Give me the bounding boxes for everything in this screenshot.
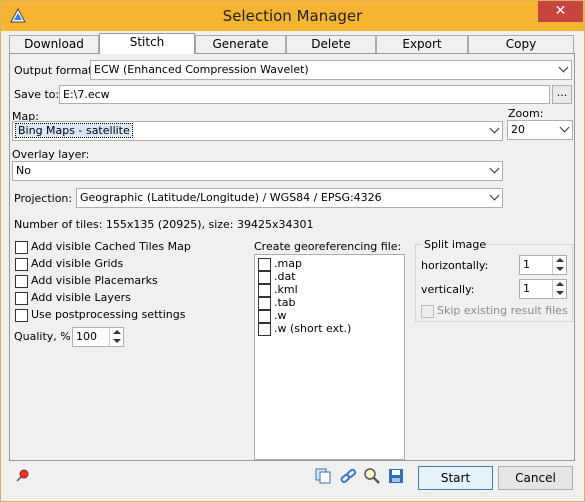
checkbox-box (258, 322, 271, 336)
zoom-icon[interactable] (363, 467, 381, 485)
checkbox-label: Use postprocessing settings (31, 308, 186, 321)
selection-manager-window: Selection Manager ✕ Download Stitch Gene… (0, 0, 585, 502)
quality-label: Quality, % (14, 330, 71, 343)
projection-value: Geographic (Latitude/Longitude) / WGS84 … (80, 191, 382, 204)
spinner-buttons[interactable] (109, 328, 123, 346)
save-to-input[interactable]: E:\7.ecw (59, 85, 550, 104)
window-title: Selection Manager (222, 7, 363, 25)
quality-value: 100 (76, 330, 97, 343)
close-button[interactable]: ✕ (538, 1, 583, 22)
add-grids-checkbox[interactable]: Add visible Grids (15, 257, 123, 273)
title-bar[interactable]: Selection Manager ✕ (1, 1, 584, 31)
chevron-down-icon (489, 123, 500, 134)
cancel-button[interactable]: Cancel (498, 466, 573, 490)
checkbox-box (15, 291, 28, 305)
tab-stitch[interactable]: Stitch (99, 33, 195, 54)
spinner-buttons[interactable] (552, 280, 566, 298)
checkbox-label: .map (274, 257, 302, 270)
checkbox-box (15, 274, 28, 288)
overlay-select[interactable]: No (12, 161, 503, 181)
chevron-down-icon (489, 190, 500, 201)
checkbox-label: Add visible Layers (31, 291, 131, 304)
output-format-label: Output format: (14, 64, 97, 77)
tiles-info: Number of tiles: 155x135 (20925), size: … (14, 218, 314, 231)
tab-download[interactable]: Download (9, 35, 99, 53)
horizontally-value: 1 (523, 258, 530, 271)
chevron-down-icon (558, 62, 569, 73)
checkbox-box (421, 304, 434, 318)
use-postprocessing-checkbox[interactable]: Use postprocessing settings (15, 308, 185, 324)
skip-existing-checkbox[interactable]: Skip existing result files (421, 304, 568, 320)
link-icon[interactable] (339, 467, 357, 485)
checkbox-label: .w (274, 309, 287, 322)
checkbox-label: Skip existing result files (437, 304, 568, 317)
output-format-select[interactable]: ECW (Enhanced Compression Wavelet) (90, 60, 572, 80)
checkbox-label: .dat (274, 270, 296, 283)
horizontally-label: horizontally: (421, 259, 489, 272)
zoom-select[interactable]: 20 (507, 120, 573, 140)
add-placemarks-checkbox[interactable]: Add visible Placemarks (15, 274, 158, 290)
chevron-down-icon (489, 163, 500, 174)
checkbox-box (15, 240, 28, 254)
split-image-group: Split image horizontally: 1 vertically: … (415, 238, 573, 322)
tab-copy[interactable]: Copy (468, 35, 574, 53)
tab-export[interactable]: Export (376, 35, 468, 53)
georef-label: Create georeferencing file: (254, 240, 402, 253)
checkbox-label: .kml (274, 283, 298, 296)
arrow-down-icon (113, 339, 121, 343)
copy-icon[interactable] (314, 467, 332, 485)
tab-generate[interactable]: Generate (195, 35, 286, 53)
tab-bar: Download Stitch Generate Delete Export C… (9, 33, 574, 54)
vertically-value: 1 (523, 282, 530, 295)
georef-w-short-checkbox[interactable]: .w (short ext.) (258, 322, 351, 338)
checkbox-label: .w (short ext.) (274, 322, 352, 335)
checkbox-box (258, 283, 271, 297)
save-to-label: Save to: (14, 88, 60, 101)
vertically-label: vertically: (421, 283, 475, 296)
arrow-up-icon (556, 282, 564, 286)
overlay-label: Overlay layer: (12, 148, 90, 161)
chevron-down-icon (559, 122, 570, 133)
checkbox-box (15, 308, 28, 322)
georef-list[interactable]: .map .dat .kml .tab .w .w (short ext.) (254, 254, 405, 460)
arrow-down-icon (556, 291, 564, 295)
pin-icon[interactable] (13, 467, 31, 485)
checkbox-label: Add visible Placemarks (31, 274, 158, 287)
zoom-label: Zoom: (508, 107, 544, 120)
map-value: Bing Maps - satellite (15, 123, 133, 138)
split-image-legend: Split image (422, 238, 489, 251)
tab-delete[interactable]: Delete (286, 35, 376, 53)
checkbox-label: Add visible Cached Tiles Map (31, 240, 191, 253)
arrow-down-icon (556, 267, 564, 271)
checkbox-box (258, 257, 271, 271)
output-format-value: ECW (Enhanced Compression Wavelet) (94, 63, 309, 76)
projection-label: Projection: (14, 192, 73, 205)
vertically-spinner[interactable]: 1 (519, 279, 567, 299)
checkbox-box (15, 257, 28, 271)
checkbox-label: Add visible Grids (31, 257, 124, 270)
zoom-value: 20 (511, 123, 525, 136)
arrow-up-icon (556, 258, 564, 262)
checkbox-box (258, 296, 271, 310)
browse-button[interactable]: ... (552, 85, 572, 104)
stitch-panel: Output format: ECW (Enhanced Compression… (9, 53, 575, 461)
horizontally-spinner[interactable]: 1 (519, 255, 567, 275)
add-layers-checkbox[interactable]: Add visible Layers (15, 291, 131, 307)
save-icon[interactable] (387, 467, 405, 485)
projection-select[interactable]: Geographic (Latitude/Longitude) / WGS84 … (76, 188, 503, 208)
map-select[interactable]: Bing Maps - satellite (12, 121, 503, 141)
checkbox-label: .tab (274, 296, 296, 309)
spinner-buttons[interactable] (552, 256, 566, 274)
checkbox-box (258, 270, 271, 284)
start-button[interactable]: Start (418, 466, 493, 490)
quality-spinner[interactable]: 100 (72, 327, 124, 347)
overlay-value: No (16, 164, 31, 177)
add-cached-tiles-checkbox[interactable]: Add visible Cached Tiles Map (15, 240, 191, 256)
arrow-up-icon (113, 330, 121, 334)
checkbox-box (258, 309, 271, 323)
